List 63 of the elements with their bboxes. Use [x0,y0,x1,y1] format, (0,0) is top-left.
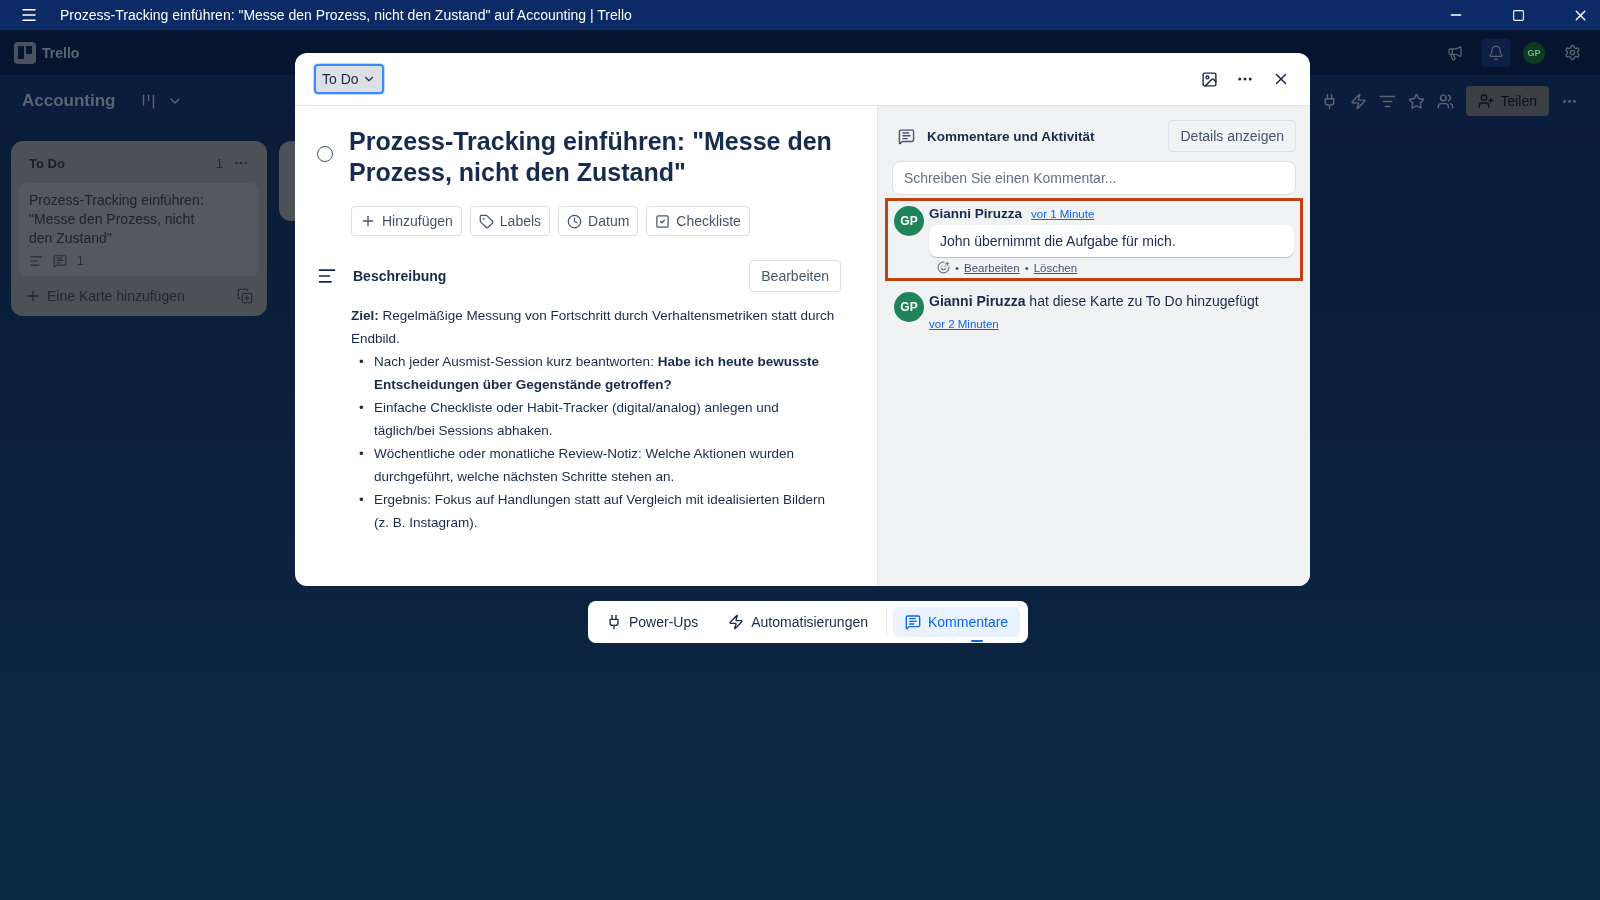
bullet-marker: • [359,491,365,509]
star-icon[interactable] [1408,92,1426,110]
people-icon[interactable] [1437,92,1455,110]
card-title: Prozess-Tracking einführen: "Messe den Prozess, nicht den Zustand" [349,126,833,188]
comment-action-link[interactable]: Bearbeiten [964,261,1020,274]
activity-text: Gianni Piruzza hat diese Karte zu To Do hinzugefügt [929,292,1260,310]
action-button[interactable]: Labels [469,206,551,236]
lightning-icon[interactable] [1350,92,1368,110]
user-avatar[interactable]: GP [1523,41,1545,64]
comment-icon [898,127,915,145]
timestamp-link[interactable]: vor 1 Minute [1031,208,1095,220]
add-user-icon [1478,93,1495,109]
comment-icon [53,254,67,268]
description-text: Ziel: Regelmäßige Messung von Fortschritt durch Verhaltensmetriken statt durch Endbild. [351,307,836,348]
tag-icon [478,213,494,229]
comment-field[interactable]: Schreiben Sie einen Kommentar... [892,161,1296,195]
menu-icon[interactable] [20,6,38,24]
bell-icon[interactable] [1488,44,1504,61]
active-indicator [970,640,983,642]
window-title: Prozess-Tracking einführen: "Messe den Prozess, nicht den Zustand" auf Accounting | Trello [60,7,633,23]
bullet-text: Wöchentliche oder monatliche Review-Notiz: Welche Aktionen wurden durchgeführt, welche nächsten Schritte stehen an. [374,445,795,486]
action-button[interactable]: Checkliste [646,206,750,236]
toolbar-tab[interactable]: Automatisierungen [716,607,880,637]
bullet-text: Nach jeder Ausmist-Session kurz beantworten: Habe ich heute bewusste Entscheidungen über Gegenstände getroffen? [374,353,820,394]
author-name: Gianni Piruzza [929,206,1023,221]
bullet-marker: • [359,353,365,371]
maximize-icon[interactable] [1511,8,1525,22]
board-title: Accounting [22,91,116,111]
section-title: Beschreibung [353,268,448,284]
comment-action-link[interactable]: Löschen [1033,261,1078,274]
plus-icon [25,288,41,304]
toolbar-tab[interactable]: Power-Ups [594,607,711,637]
image-icon[interactable] [1201,70,1218,88]
plus-icon [360,213,376,229]
reaction-icon[interactable] [937,261,950,274]
clock-icon [567,213,583,229]
bullet-text: Ergebnis: Fokus auf Handlungen statt auf Vergleich mit idealisierten Bildern (z. B. Instagram). [374,491,826,532]
section-title: Kommentare und Aktivität [927,128,1096,144]
list-dropdown[interactable]: To Do [314,64,384,94]
megaphone-icon[interactable] [1447,44,1463,61]
bullet-text: Einfache Checkliste oder Habit-Tracker (digital/analog) anlegen und täglich/bei Sessions abhaken. [374,399,780,440]
plug-icon [606,614,622,630]
separator-dot: • [955,261,960,274]
comment-icon [905,614,921,630]
action-button[interactable]: Hinzufügen [351,206,462,236]
user-avatar: GP [894,206,924,236]
template-icon[interactable] [237,288,253,304]
checkbox-icon [655,213,671,229]
settings-icon[interactable] [1563,44,1581,61]
details-button[interactable]: Details anzeigen [1168,120,1296,152]
logo-icon[interactable] [14,41,36,64]
lightning-icon [728,614,745,630]
user-avatar: GP [894,292,924,322]
app-name: Trello [42,44,80,61]
comment-text: John übernimmt die Aufgabe für mich. [929,225,1294,257]
timestamp-link[interactable]: vor 2 Minuten [929,318,999,330]
description-icon [29,254,43,268]
bullet-marker: • [359,399,365,417]
edit-button[interactable]: Bearbeiten [749,260,841,292]
description-icon [317,266,337,286]
separator-dot: • [1024,261,1029,274]
action-button[interactable]: Datum [558,206,639,236]
bullet-marker: • [359,445,365,463]
